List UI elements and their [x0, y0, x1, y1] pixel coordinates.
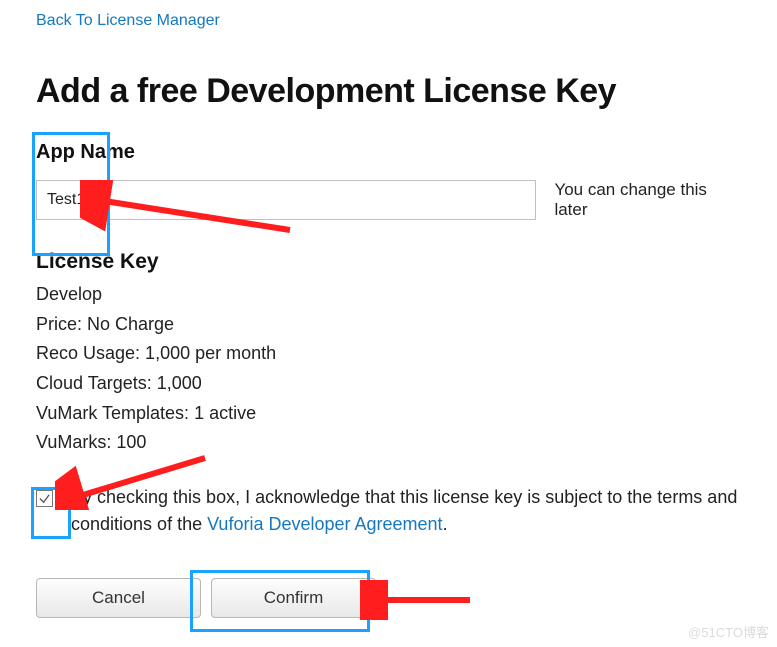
- license-details: Develop Price: No Charge Reco Usage: 1,0…: [36, 280, 741, 458]
- confirm-button[interactable]: Confirm: [211, 578, 376, 618]
- acknowledge-text: By checking this box, I acknowledge that…: [71, 484, 741, 538]
- license-vumarks: VuMarks: 100: [36, 428, 741, 458]
- app-name-label: App Name: [36, 141, 741, 164]
- acknowledge-checkbox[interactable]: [36, 490, 53, 507]
- cancel-button[interactable]: Cancel: [36, 578, 201, 618]
- page-title: Add a free Development License Key: [36, 72, 741, 111]
- license-cloud-targets: Cloud Targets: 1,000: [36, 369, 741, 399]
- app-name-hint: You can change this later: [554, 180, 741, 220]
- license-key-heading: License Key: [36, 250, 741, 274]
- back-to-license-manager-link[interactable]: Back To License Manager: [36, 12, 220, 30]
- license-reco-usage: Reco Usage: 1,000 per month: [36, 339, 741, 369]
- watermark: @51CTO博客: [688, 622, 769, 641]
- license-price: Price: No Charge: [36, 310, 741, 340]
- acknowledge-suffix: .: [443, 514, 448, 534]
- app-name-input[interactable]: [36, 180, 536, 220]
- button-row: Cancel Confirm: [36, 578, 741, 618]
- acknowledge-row: By checking this box, I acknowledge that…: [36, 484, 741, 538]
- license-tier: Develop: [36, 280, 741, 310]
- license-vumark-templates: VuMark Templates: 1 active: [36, 399, 741, 429]
- developer-agreement-link[interactable]: Vuforia Developer Agreement: [207, 514, 442, 534]
- checkmark-icon: [38, 492, 51, 505]
- app-name-row: You can change this later: [36, 180, 741, 220]
